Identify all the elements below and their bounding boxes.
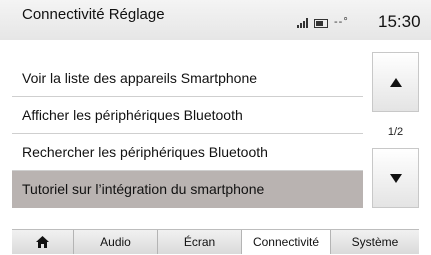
settings-list: Voir la liste des appareils Smartphone A… <box>12 60 363 208</box>
list-item-view-smartphones[interactable]: Voir la liste des appareils Smartphone <box>12 60 363 97</box>
clock: 15:30 <box>378 12 421 31</box>
tab-home[interactable] <box>12 230 74 254</box>
battery-icon <box>314 19 328 28</box>
header-bar: Connectivité Réglage --° 15:30 <box>0 0 431 40</box>
tab-audio[interactable]: Audio <box>74 230 158 254</box>
arrow-down-icon <box>389 173 402 183</box>
tab-ecran[interactable]: Écran <box>158 230 242 254</box>
arrow-up-icon <box>389 77 402 87</box>
list-item-smartphone-tutorial[interactable]: Tutoriel sur l’intégration du smartphone <box>12 171 363 208</box>
bottom-tab-bar: Audio Écran Connectivité Système <box>12 229 419 254</box>
scroll-controls: 1/2 <box>372 52 419 210</box>
tab-systeme[interactable]: Système <box>331 230 419 254</box>
scroll-down-button[interactable] <box>372 148 419 208</box>
home-icon <box>36 236 49 248</box>
page-title: Connectivité Réglage <box>22 6 165 23</box>
list-item-search-bluetooth[interactable]: Rechercher les périphériques Bluetooth <box>12 134 363 171</box>
status-icons: --° <box>297 16 349 28</box>
page-indicator: 1/2 <box>387 126 404 138</box>
scroll-up-button[interactable] <box>372 52 419 112</box>
tab-connectivite[interactable]: Connectivité <box>242 230 331 254</box>
list-item-show-bluetooth[interactable]: Afficher les périphériques Bluetooth <box>12 97 363 134</box>
signal-icon <box>297 18 308 28</box>
temperature-readout: --° <box>334 16 349 28</box>
